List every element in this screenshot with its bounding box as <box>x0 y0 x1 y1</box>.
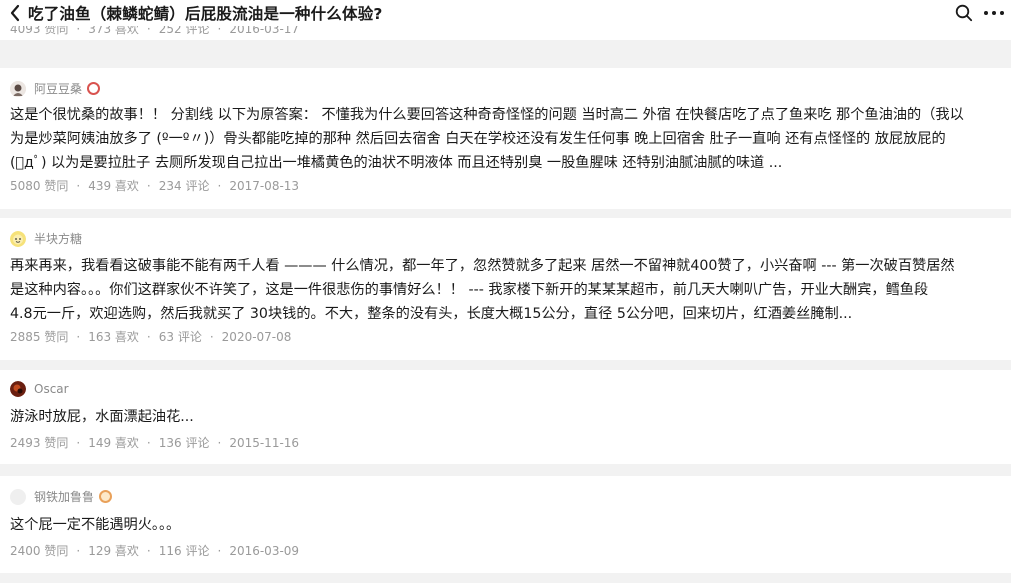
answer-date: 2015-11-16 <box>229 436 300 450</box>
like-count: 439 喜欢 <box>88 179 139 193</box>
comment-count: 252 评论 <box>158 26 210 36</box>
avatar-image <box>10 230 26 247</box>
like-count: 149 喜欢 <box>88 436 139 450</box>
answer-excerpt[interactable]: 游泳时放屁，水面漂起油花... <box>10 405 1006 429</box>
answer-card[interactable]: 半块方糖 再来再来，我看看这破事能不能有两千人看 ——— 什么情况，都一年了，忽… <box>0 218 1011 360</box>
answer-author[interactable]: 阿豆豆桑 <box>10 80 101 97</box>
comment-count: 136 评论 <box>158 436 210 450</box>
comment-count: 63 评论 <box>158 330 202 344</box>
avatar[interactable] <box>10 230 26 247</box>
answer-excerpt[interactable]: 再来再来，我看看这破事能不能有两千人看 ——— 什么情况，都一年了，忽然赞就多了… <box>10 254 1006 326</box>
comment-count: 116 评论 <box>158 544 210 558</box>
author-name[interactable]: Oscar <box>34 382 69 396</box>
answer-meta: 5080 赞同 · 439 喜欢 · 234 评论 · 2017-08-13 <box>10 179 300 193</box>
search-icon <box>955 4 973 22</box>
author-name[interactable]: 阿豆豆桑 <box>34 80 82 97</box>
chevron-left-icon <box>10 4 20 22</box>
like-count: 373 喜欢 <box>88 26 139 36</box>
comment-count: 234 评论 <box>158 179 210 193</box>
avatar[interactable] <box>10 381 26 397</box>
avatar-image <box>10 381 26 397</box>
answer-author[interactable]: 半块方糖 <box>10 230 82 247</box>
back-button[interactable] <box>2 0 28 26</box>
search-button[interactable] <box>949 0 979 26</box>
author-name[interactable]: 钢铁加鲁鲁 <box>34 488 94 505</box>
answer-date: 2016-03-09 <box>229 544 300 558</box>
answer-excerpt[interactable]: 这是个很忧桑的故事！！ 分割线 以下为原答案： 不懂我为什么要回答这种奇奇怪怪的… <box>10 103 1006 175</box>
like-count: 129 喜欢 <box>88 544 139 558</box>
answer-meta: 2400 赞同 · 129 喜欢 · 116 评论 · 2016-03-09 <box>10 544 300 558</box>
answer-excerpt[interactable]: 这个屁一定不能遇明火。。。 <box>10 513 1006 537</box>
more-horizontal-icon <box>984 11 1004 15</box>
upvote-count: 2493 赞同 <box>10 436 69 450</box>
answer-card[interactable]: Oscar 游泳时放屁，水面漂起油花... 2493 赞同 · 149 喜欢 · 136… <box>0 370 1011 464</box>
answer-meta: 2885 赞同 · 163 喜欢 · 63 评论 · 2020-07-08 <box>10 330 292 344</box>
answer-date: 2017-08-13 <box>229 179 300 193</box>
upvote-count: 2400 赞同 <box>10 544 69 558</box>
upvote-count: 5080 赞同 <box>10 179 69 193</box>
author-name[interactable]: 半块方糖 <box>34 230 82 247</box>
question-title[interactable]: 吃了油鱼（棘鳞蛇鲭）后屁股流油是一种什么体验? <box>28 2 383 24</box>
avatar-image <box>10 80 26 97</box>
answer-card[interactable]: 阿豆豆桑 这是个很忧桑的故事！！ 分割线 以下为原答案： 不懂我为什么要回答这种… <box>0 68 1011 209</box>
upvote-count: 4093 赞同 <box>10 26 69 36</box>
badge-icon <box>99 490 113 503</box>
more-button[interactable] <box>979 0 1009 26</box>
top-bar: 吃了油鱼（棘鳞蛇鲭）后屁股流油是一种什么体验? <box>0 0 1011 26</box>
answer-date: 2020-07-08 <box>221 330 292 344</box>
answer-author[interactable]: Oscar <box>10 381 69 397</box>
previous-answer-card[interactable]: 4093 赞同 · 373 喜欢 · 252 评论 · 2016-03-17 <box>0 26 1011 40</box>
like-count: 163 喜欢 <box>88 330 139 344</box>
avatar[interactable] <box>10 80 26 97</box>
answer-author[interactable]: 钢铁加鲁鲁 <box>10 488 113 505</box>
answer-date: 2016-03-17 <box>229 26 300 36</box>
answer-meta: 2493 赞同 · 149 喜欢 · 136 评论 · 2015-11-16 <box>10 436 300 450</box>
answer-meta: 4093 赞同 · 373 喜欢 · 252 评论 · 2016-03-17 <box>10 26 299 37</box>
upvote-count: 2885 赞同 <box>10 330 69 344</box>
answer-card[interactable]: 钢铁加鲁鲁 这个屁一定不能遇明火。。。 2400 赞同 · 129 喜欢 · 116 评… <box>0 476 1011 573</box>
badge-icon <box>87 82 101 95</box>
avatar[interactable] <box>10 488 26 505</box>
